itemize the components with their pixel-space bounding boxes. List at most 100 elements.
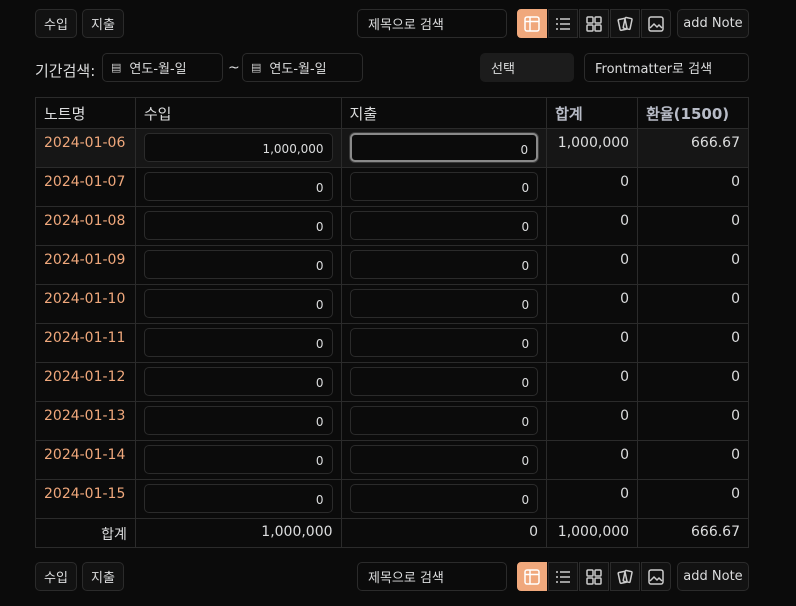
- income-input[interactable]: 1,000,000: [143, 133, 333, 162]
- grid-icon: [586, 15, 602, 32]
- table-row: 2024-01-12 0 0 0 0: [35, 362, 749, 402]
- note-link[interactable]: 2024-01-15: [35, 479, 136, 519]
- calendar-icon: ▤: [111, 61, 122, 74]
- sum-cell: 1,000,000: [546, 128, 639, 168]
- total-expense: 0: [340, 518, 548, 548]
- list-icon: [556, 17, 570, 30]
- income-cell: 0: [134, 206, 342, 246]
- column-header-rate: 환율(1500): [637, 97, 749, 129]
- income-cell: 0: [134, 401, 342, 441]
- title-search-input[interactable]: 제목으로 검색: [357, 9, 507, 38]
- sum-cell: 0: [546, 245, 639, 285]
- expense-input[interactable]: 0: [349, 172, 539, 201]
- income-cell: 1,000,000: [134, 128, 342, 168]
- expense-input[interactable]: 0: [349, 406, 539, 435]
- income-input[interactable]: 0: [143, 484, 333, 513]
- income-cell: 0: [134, 245, 342, 285]
- expense-input[interactable]: 0: [349, 133, 539, 162]
- expense-cell: 0: [340, 245, 548, 285]
- total-rate: 666.67: [637, 518, 749, 548]
- income-cell: 0: [134, 167, 342, 207]
- frontmatter-search-input[interactable]: Frontmatter로 검색: [584, 53, 749, 82]
- expense-input[interactable]: 0: [349, 328, 539, 357]
- note-link[interactable]: 2024-01-13: [35, 401, 136, 441]
- note-link[interactable]: 2024-01-11: [35, 323, 136, 363]
- income-input[interactable]: 0: [143, 211, 333, 240]
- end-date-input[interactable]: ▤ 연도-월-일: [242, 53, 363, 82]
- cards-icon: [617, 16, 633, 31]
- total-row: 합계 1,000,000 0 1,000,000 666.67: [35, 518, 749, 548]
- note-link[interactable]: 2024-01-14: [35, 440, 136, 480]
- sum-cell: 0: [546, 362, 639, 402]
- income-input[interactable]: 0: [143, 367, 333, 396]
- rate-cell: 0: [637, 284, 749, 324]
- grid-view-button[interactable]: [579, 562, 609, 591]
- income-input[interactable]: 0: [143, 406, 333, 435]
- rate-cell: 0: [637, 206, 749, 246]
- table-row: 2024-01-11 0 0 0 0: [35, 323, 749, 363]
- end-date-placeholder: 연도-월-일: [269, 62, 327, 77]
- expense-button[interactable]: 지출: [82, 9, 124, 38]
- expense-input[interactable]: 0: [349, 367, 539, 396]
- cards-icon: [617, 569, 633, 584]
- expense-input[interactable]: 0: [349, 484, 539, 513]
- calendar-icon: ▤: [251, 61, 262, 74]
- gallery-view-button[interactable]: [641, 9, 671, 38]
- expense-cell: 0: [340, 440, 548, 480]
- income-input[interactable]: 0: [143, 445, 333, 474]
- table-row: 2024-01-08 0 0 0 0: [35, 206, 749, 246]
- expense-cell: 0: [340, 362, 548, 402]
- list-view-button[interactable]: [548, 9, 578, 38]
- gallery-view-button[interactable]: [641, 562, 671, 591]
- income-button[interactable]: 수입: [35, 9, 77, 38]
- rate-cell: 0: [637, 167, 749, 207]
- table-row: 2024-01-14 0 0 0 0: [35, 440, 749, 480]
- income-input[interactable]: 0: [143, 172, 333, 201]
- note-link[interactable]: 2024-01-10: [35, 284, 136, 324]
- expense-input[interactable]: 0: [349, 211, 539, 240]
- view-switcher-bottom: [517, 562, 671, 591]
- title-search-input-bottom[interactable]: 제목으로 검색: [357, 562, 507, 591]
- income-button-bottom[interactable]: 수입: [35, 562, 77, 591]
- filter-select[interactable]: 선택: [480, 53, 574, 82]
- table-row: 2024-01-13 0 0 0 0: [35, 401, 749, 441]
- table-icon: [524, 568, 540, 585]
- expense-cell: 0: [340, 206, 548, 246]
- list-view-button[interactable]: [548, 562, 578, 591]
- sum-cell: 0: [546, 323, 639, 363]
- note-link[interactable]: 2024-01-08: [35, 206, 136, 246]
- note-link[interactable]: 2024-01-12: [35, 362, 136, 402]
- note-link[interactable]: 2024-01-09: [35, 245, 136, 285]
- expense-input[interactable]: 0: [349, 445, 539, 474]
- sum-cell: 0: [546, 440, 639, 480]
- table-icon: [524, 15, 540, 32]
- expense-button-bottom[interactable]: 지출: [82, 562, 124, 591]
- period-search-label: 기간검색:: [35, 62, 96, 80]
- note-link[interactable]: 2024-01-06: [35, 128, 136, 168]
- expense-cell: 0: [340, 401, 548, 441]
- column-header-income: 수입: [134, 97, 342, 129]
- add-note-button[interactable]: add Note: [677, 9, 749, 38]
- income-input[interactable]: 0: [143, 289, 333, 318]
- income-input[interactable]: 0: [143, 250, 333, 279]
- sum-cell: 0: [546, 479, 639, 519]
- start-date-input[interactable]: ▤ 연도-월-일: [102, 53, 223, 82]
- grid-view-button[interactable]: [579, 9, 609, 38]
- gallery-icon: [648, 568, 664, 585]
- note-link[interactable]: 2024-01-07: [35, 167, 136, 207]
- cards-view-button[interactable]: [610, 9, 640, 38]
- gallery-icon: [648, 15, 664, 32]
- expense-cell: 0: [340, 284, 548, 324]
- rate-cell: 0: [637, 245, 749, 285]
- expense-input[interactable]: 0: [349, 289, 539, 318]
- table-view-button[interactable]: [517, 9, 547, 38]
- expense-cell: 0: [340, 479, 548, 519]
- add-note-button-bottom[interactable]: add Note: [677, 562, 749, 591]
- rate-cell: 666.67: [637, 128, 749, 168]
- expense-input[interactable]: 0: [349, 250, 539, 279]
- cards-view-button[interactable]: [610, 562, 640, 591]
- start-date-placeholder: 연도-월-일: [129, 62, 187, 77]
- total-label: 합계: [35, 518, 136, 548]
- table-view-button[interactable]: [517, 562, 547, 591]
- income-input[interactable]: 0: [143, 328, 333, 357]
